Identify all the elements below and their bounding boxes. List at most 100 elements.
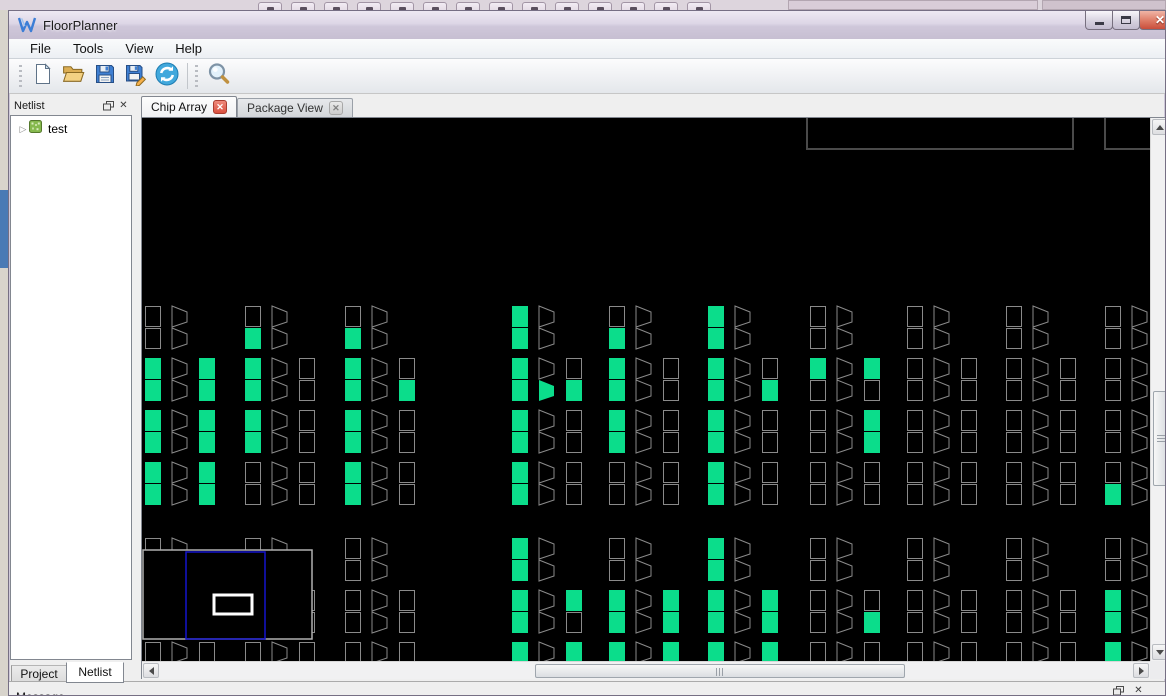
pin-flag-empty[interactable] — [171, 409, 188, 432]
cell-filled[interactable] — [609, 590, 625, 611]
pin-flag-empty[interactable] — [371, 611, 388, 634]
vertical-scroll-thumb[interactable] — [1153, 391, 1165, 486]
pin-flag-empty[interactable] — [734, 461, 751, 484]
cell-filled[interactable] — [512, 462, 528, 483]
cell-empty[interactable] — [1006, 642, 1022, 662]
cell-empty[interactable] — [663, 432, 679, 453]
pin-flag-filled[interactable] — [539, 380, 554, 401]
pin-flag-empty[interactable] — [933, 409, 950, 432]
pin-flag-empty[interactable] — [371, 559, 388, 582]
pin-flag-empty[interactable] — [1032, 559, 1049, 582]
cell-empty[interactable] — [345, 306, 361, 327]
cell-filled[interactable] — [663, 642, 679, 661]
pin-flag-empty[interactable] — [933, 641, 950, 661]
cell-empty[interactable] — [1060, 590, 1076, 611]
cell-empty[interactable] — [961, 380, 977, 401]
cell-empty[interactable] — [345, 560, 361, 581]
pin-flag-empty[interactable] — [371, 641, 388, 661]
cell-empty[interactable] — [961, 612, 977, 633]
cell-empty[interactable] — [299, 462, 315, 483]
cell-filled[interactable] — [145, 432, 161, 453]
cell-empty[interactable] — [299, 410, 315, 431]
pin-flag-empty[interactable] — [734, 305, 751, 328]
cell-filled[interactable] — [708, 432, 724, 453]
pin-flag-empty[interactable] — [1032, 537, 1049, 560]
cell-empty[interactable] — [810, 328, 826, 349]
pin-flag-empty[interactable] — [836, 357, 853, 380]
bottom-tab-netlist[interactable]: Netlist — [66, 662, 124, 683]
cell-empty[interactable] — [663, 380, 679, 401]
cell-empty[interactable] — [609, 484, 625, 505]
pin-flag-empty[interactable] — [271, 305, 288, 328]
cell-filled[interactable] — [708, 306, 724, 327]
cell-empty[interactable] — [810, 462, 826, 483]
pin-flag-empty[interactable] — [271, 483, 288, 506]
cell-filled[interactable] — [512, 380, 528, 401]
pin-flag-empty[interactable] — [635, 559, 652, 582]
pin-flag-empty[interactable] — [1131, 357, 1148, 380]
cell-empty[interactable] — [663, 484, 679, 505]
cell-empty[interactable] — [299, 432, 315, 453]
pin-flag-empty[interactable] — [271, 641, 288, 661]
maximize-button[interactable] — [1112, 11, 1140, 30]
cell-filled[interactable] — [708, 560, 724, 581]
pin-flag-empty[interactable] — [635, 641, 652, 661]
cell-empty[interactable] — [1006, 538, 1022, 559]
pin-flag-empty[interactable] — [734, 483, 751, 506]
pin-flag-empty[interactable] — [734, 409, 751, 432]
highlighted-cell-rect[interactable] — [212, 593, 254, 616]
pin-flag-empty[interactable] — [1131, 641, 1148, 661]
pin-flag-empty[interactable] — [538, 461, 555, 484]
pin-flag-empty[interactable] — [635, 379, 652, 402]
cell-filled[interactable] — [663, 612, 679, 633]
cell-filled[interactable] — [566, 380, 582, 401]
cell-empty[interactable] — [399, 590, 415, 611]
cell-filled[interactable] — [145, 358, 161, 379]
cell-filled[interactable] — [708, 410, 724, 431]
cell-filled[interactable] — [663, 590, 679, 611]
pin-flag-empty[interactable] — [1032, 379, 1049, 402]
cell-filled[interactable] — [199, 462, 215, 483]
pin-flag-empty[interactable] — [836, 589, 853, 612]
tab-close-icon[interactable]: ✕ — [328, 101, 343, 115]
pin-flag-empty[interactable] — [734, 559, 751, 582]
cell-filled[interactable] — [762, 642, 778, 661]
cell-empty[interactable] — [145, 642, 161, 662]
pin-flag-empty[interactable] — [635, 461, 652, 484]
cell-filled[interactable] — [566, 590, 582, 611]
cell-empty[interactable] — [907, 432, 923, 453]
pin-flag-empty[interactable] — [933, 357, 950, 380]
cell-filled[interactable] — [1105, 612, 1121, 633]
cell-empty[interactable] — [1105, 358, 1121, 379]
cell-filled[interactable] — [512, 538, 528, 559]
pin-flag-empty[interactable] — [836, 537, 853, 560]
pin-flag-empty[interactable] — [635, 611, 652, 634]
cell-empty[interactable] — [1105, 328, 1121, 349]
cell-filled[interactable] — [708, 484, 724, 505]
cell-empty[interactable] — [566, 612, 582, 633]
chip-outline[interactable] — [1104, 118, 1150, 150]
cell-filled[interactable] — [245, 432, 261, 453]
pin-flag-empty[interactable] — [271, 409, 288, 432]
tree-expander-icon[interactable]: ▷ — [17, 124, 29, 135]
menu-view[interactable]: View — [114, 39, 164, 59]
cell-filled[interactable] — [609, 328, 625, 349]
cell-filled[interactable] — [145, 484, 161, 505]
cell-empty[interactable] — [299, 642, 315, 662]
cell-filled[interactable] — [609, 432, 625, 453]
cell-empty[interactable] — [1006, 380, 1022, 401]
cell-empty[interactable] — [1060, 642, 1076, 662]
pin-flag-empty[interactable] — [734, 357, 751, 380]
pin-flag-empty[interactable] — [171, 305, 188, 328]
pin-flag-empty[interactable] — [933, 379, 950, 402]
pin-flag-empty[interactable] — [171, 483, 188, 506]
pin-flag-empty[interactable] — [1131, 409, 1148, 432]
cell-filled[interactable] — [708, 538, 724, 559]
vertical-scrollbar[interactable] — [1150, 118, 1165, 661]
cell-filled[interactable] — [245, 410, 261, 431]
pin-flag-empty[interactable] — [271, 379, 288, 402]
pin-flag-empty[interactable] — [933, 305, 950, 328]
cell-empty[interactable] — [1060, 410, 1076, 431]
pin-flag-empty[interactable] — [635, 409, 652, 432]
cell-filled[interactable] — [345, 328, 361, 349]
